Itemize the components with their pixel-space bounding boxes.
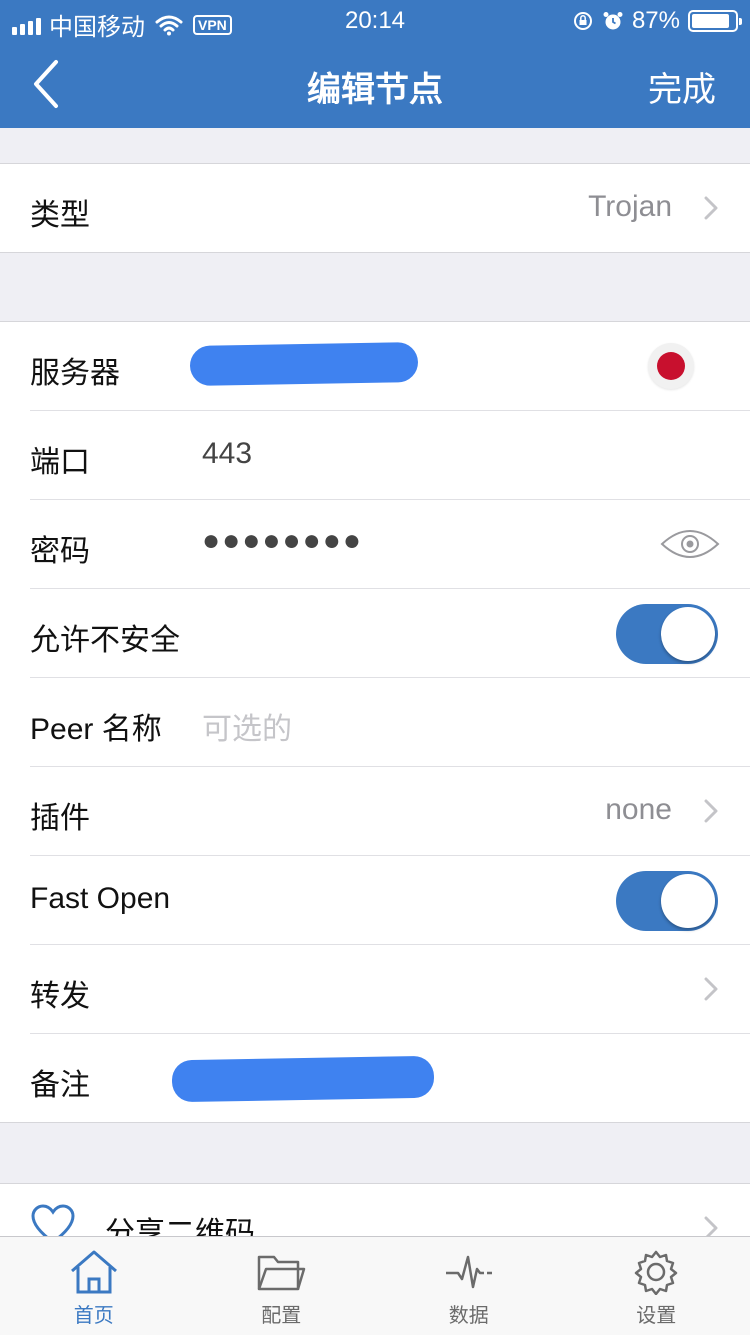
server-row[interactable]: 服务器 <box>30 322 750 411</box>
home-icon <box>69 1249 119 1295</box>
chevron-right-icon <box>704 799 718 823</box>
fast-open-label: Fast Open <box>30 882 170 916</box>
type-value: Trojan <box>588 190 672 224</box>
tab-settings[interactable]: 设置 <box>563 1237 750 1335</box>
peer-name-field[interactable]: 可选的 <box>202 704 292 748</box>
peer-name-label: Peer 名称 <box>30 704 162 748</box>
page-title: 编辑节点 <box>0 62 750 111</box>
port-label: 端口 <box>30 437 90 481</box>
remark-redaction <box>172 1056 435 1103</box>
fast-open-row: Fast Open <box>30 856 750 945</box>
forward-label: 转发 <box>30 971 90 1015</box>
plugin-row[interactable]: 插件 none <box>30 767 750 856</box>
server-label: 服务器 <box>30 348 120 392</box>
allow-insecure-toggle[interactable] <box>616 604 718 664</box>
tab-data-label: 数据 <box>375 1299 563 1328</box>
remark-label: 备注 <box>30 1060 90 1104</box>
tab-data[interactable]: 数据 <box>375 1237 563 1335</box>
done-button[interactable]: 完成 <box>648 62 716 111</box>
server-redaction <box>190 342 419 386</box>
status-right: 87% <box>572 7 738 35</box>
fast-open-toggle[interactable] <box>616 871 718 931</box>
peer-name-row[interactable]: Peer 名称 可选的 <box>30 678 750 767</box>
tab-home[interactable]: 首页 <box>0 1237 188 1335</box>
plugin-label: 插件 <box>30 793 90 837</box>
battery-icon <box>688 10 738 32</box>
chevron-right-icon <box>704 196 718 220</box>
password-label: 密码 <box>30 526 90 570</box>
tab-home-label: 首页 <box>0 1299 188 1328</box>
gear-icon <box>631 1249 681 1295</box>
password-row[interactable]: 密码 ●●●●●●●● <box>30 500 750 589</box>
country-flag-icon <box>648 343 694 389</box>
type-group: 类型 Trojan <box>0 163 750 253</box>
tab-config[interactable]: 配置 <box>188 1237 376 1335</box>
status-bar: 中国移动 VPN 20:14 87% <box>0 0 750 40</box>
tab-config-label: 配置 <box>188 1299 376 1328</box>
type-row[interactable]: 类型 Trojan <box>30 164 750 252</box>
battery-percent: 87% <box>632 7 680 35</box>
chevron-right-icon <box>704 977 718 1001</box>
tab-bar: 首页 配置 数据 设置 <box>0 1236 750 1335</box>
port-row[interactable]: 端口 443 <box>30 411 750 500</box>
nav-bar: 编辑节点 完成 <box>0 40 750 128</box>
forward-row[interactable]: 转发 <box>30 945 750 1034</box>
allow-insecure-label: 允许不安全 <box>30 615 180 659</box>
remark-row[interactable]: 备注 <box>30 1034 750 1122</box>
folder-icon <box>256 1249 306 1295</box>
alarm-icon <box>602 10 624 32</box>
password-field[interactable]: ●●●●●●●● <box>202 524 363 558</box>
type-label: 类型 <box>30 190 90 234</box>
allow-insecure-row: 允许不安全 <box>30 589 750 678</box>
share-qr-row[interactable]: 分享二维码 <box>30 1184 750 1244</box>
pulse-icon <box>444 1249 494 1295</box>
node-form-group: 服务器 端口 443 密码 ●●●●●●●● 允许不安全 Peer 名称 可选的… <box>0 321 750 1123</box>
tab-settings-label: 设置 <box>563 1299 750 1328</box>
plugin-value: none <box>605 793 672 827</box>
port-field[interactable]: 443 <box>202 437 252 471</box>
rotation-lock-icon <box>572 10 594 32</box>
share-group: 分享二维码 <box>0 1183 750 1244</box>
eye-icon[interactable] <box>660 526 720 562</box>
